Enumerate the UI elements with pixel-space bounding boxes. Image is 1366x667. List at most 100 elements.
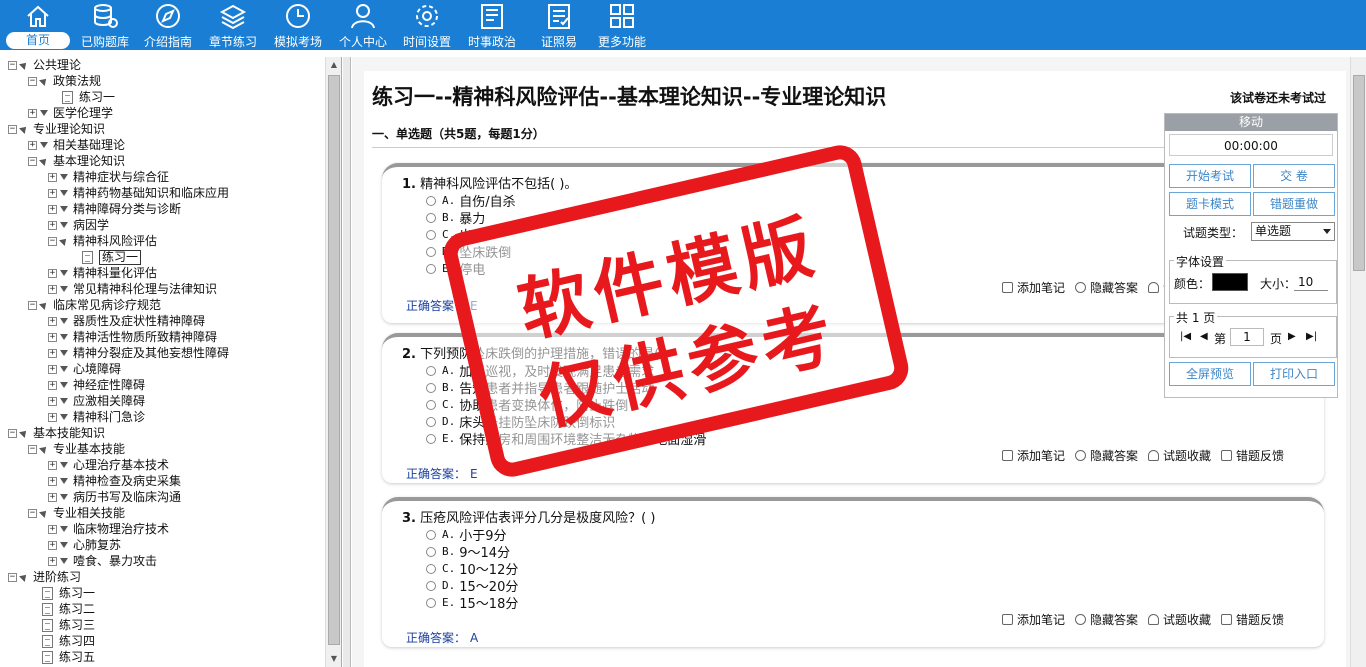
tree-item[interactable]: + 噎食、暴力攻击 <box>48 553 157 569</box>
radio-button[interactable] <box>426 416 436 427</box>
radio-button[interactable] <box>426 399 436 410</box>
expand-icon[interactable]: + <box>48 492 57 502</box>
nav-item-7[interactable]: 时事政治 <box>464 0 520 50</box>
scroll-down-icon[interactable]: ▼ <box>326 651 341 667</box>
collapse-icon[interactable]: − <box>28 444 37 454</box>
tree-item[interactable]: − 精神科风险评估 <box>48 233 157 249</box>
answer-option[interactable]: E. 保持病房和周围环境整洁无杂物，地面湿滑 <box>426 429 706 448</box>
tree-item[interactable]: + 应激相关障碍 <box>48 393 145 409</box>
tree-item[interactable]: + 精神科门急诊 <box>48 409 145 425</box>
tree-item[interactable]: + 精神科量化评估 <box>48 265 157 281</box>
expand-icon[interactable]: + <box>48 396 57 406</box>
nav-item-4[interactable]: 模拟考场 <box>270 0 326 50</box>
expand-icon[interactable]: + <box>28 108 37 118</box>
content-scroll-thumb[interactable] <box>1353 75 1365 271</box>
report-error-button[interactable]: 错题反馈 <box>1220 449 1284 463</box>
collapse-icon[interactable]: − <box>8 428 17 438</box>
tree-item[interactable]: 练习三 <box>28 617 95 633</box>
tree-scroll-thumb[interactable] <box>328 75 340 645</box>
fullscreen-preview-button[interactable]: 全屏预览 <box>1169 362 1251 386</box>
font-color-swatch[interactable] <box>1212 273 1248 291</box>
expand-icon[interactable]: + <box>48 364 57 374</box>
tree-item[interactable]: − 进阶练习 <box>8 569 81 585</box>
radio-button[interactable] <box>426 263 436 274</box>
nav-item-0[interactable]: 首页 <box>6 0 70 50</box>
collapse-icon[interactable]: − <box>8 572 17 582</box>
radio-button[interactable] <box>426 433 436 444</box>
nav-item-1[interactable]: 已购题库 <box>75 0 135 50</box>
tree-scrollbar[interactable]: ▲ ▼ <box>325 57 341 667</box>
page-number-input[interactable]: 1 <box>1230 328 1264 346</box>
tree-item[interactable]: 练习一 <box>28 585 95 601</box>
expand-icon[interactable]: + <box>48 204 57 214</box>
card-mode-button[interactable]: 题卡模式 <box>1169 192 1251 216</box>
tree-item[interactable]: 练习一 <box>48 89 115 105</box>
next-page-icon[interactable]: ▶ <box>1288 331 1296 342</box>
expand-icon[interactable]: + <box>48 268 57 278</box>
favorite-button[interactable]: 试题收藏 <box>1147 449 1211 463</box>
expand-icon[interactable]: + <box>48 476 57 486</box>
redo-wrong-button[interactable]: 错题重做 <box>1253 192 1335 216</box>
scroll-up-icon[interactable]: ▲ <box>326 57 341 73</box>
add-note-button[interactable]: 添加笔记 <box>1001 613 1065 627</box>
question-type-select[interactable]: 单选题 <box>1251 222 1335 241</box>
radio-button[interactable] <box>426 195 436 206</box>
pane-splitter[interactable] <box>343 57 351 667</box>
expand-icon[interactable]: + <box>48 332 57 342</box>
panel-move-handle[interactable]: 移动 <box>1165 114 1337 131</box>
collapse-icon[interactable]: − <box>28 156 37 166</box>
expand-icon[interactable]: + <box>48 524 57 534</box>
tree-item[interactable]: + 相关基础理论 <box>28 137 125 153</box>
tree-item[interactable]: + 心肺复苏 <box>48 537 121 553</box>
radio-button[interactable] <box>426 365 436 376</box>
radio-button[interactable] <box>426 382 436 393</box>
tree-item[interactable]: + 精神活性物质所致精神障碍 <box>48 329 217 345</box>
radio-button[interactable] <box>426 212 436 223</box>
expand-icon[interactable]: + <box>48 556 57 566</box>
report-error-button[interactable]: 错题反馈 <box>1220 613 1284 627</box>
tree-item[interactable]: 练习一 <box>68 249 142 265</box>
tree-item[interactable]: 练习五 <box>28 649 95 665</box>
tree-item[interactable]: + 心境障碍 <box>48 361 121 377</box>
hide-answer-button[interactable]: 隐藏答案 <box>1074 281 1138 295</box>
tree-item[interactable]: − 公共理论 <box>8 57 81 73</box>
tree-item[interactable]: + 精神症状与综合征 <box>48 169 169 185</box>
radio-button[interactable] <box>426 246 436 257</box>
collapse-icon[interactable]: − <box>28 508 37 518</box>
nav-item-3[interactable]: 章节练习 <box>205 0 261 50</box>
last-page-icon[interactable]: ▶| <box>1306 331 1317 342</box>
expand-icon[interactable]: + <box>48 284 57 294</box>
tree-item[interactable]: + 精神检查及病史采集 <box>48 473 181 489</box>
tree-item[interactable]: + 常见精神科伦理与法律知识 <box>48 281 217 297</box>
tree-item[interactable]: + 病因学 <box>48 217 109 233</box>
collapse-icon[interactable]: − <box>48 236 57 246</box>
tree-item[interactable]: − 专业基本技能 <box>28 441 125 457</box>
radio-button[interactable] <box>426 597 436 608</box>
tree-item[interactable]: + 心理治疗基本技术 <box>48 457 169 473</box>
nav-item-5[interactable]: 个人中心 <box>335 0 391 50</box>
nav-item-6[interactable]: 时间设置 <box>399 0 455 50</box>
expand-icon[interactable]: + <box>48 172 57 182</box>
radio-button[interactable] <box>426 546 436 557</box>
add-note-button[interactable]: 添加笔记 <box>1001 449 1065 463</box>
expand-icon[interactable]: + <box>28 140 37 150</box>
collapse-icon[interactable]: − <box>28 300 37 310</box>
tree-item[interactable]: + 病历书写及临床沟通 <box>48 489 181 505</box>
tree-item[interactable]: + 精神障碍分类与诊断 <box>48 201 181 217</box>
tree-item[interactable]: − 专业相关技能 <box>28 505 125 521</box>
print-entry-button[interactable]: 打印入口 <box>1253 362 1335 386</box>
tree-item[interactable]: + 精神药物基础知识和临床应用 <box>48 185 229 201</box>
tree-item[interactable]: + 器质性及症状性精神障碍 <box>48 313 205 329</box>
collapse-icon[interactable]: − <box>8 124 17 134</box>
tree-item[interactable]: + 临床物理治疗技术 <box>48 521 169 537</box>
answer-option[interactable]: E. 停电 <box>426 259 485 278</box>
expand-icon[interactable]: + <box>48 412 57 422</box>
expand-icon[interactable]: + <box>48 220 57 230</box>
favorite-button[interactable]: 试题收藏 <box>1147 613 1211 627</box>
start-exam-button[interactable]: 开始考试 <box>1169 164 1251 188</box>
expand-icon[interactable]: + <box>48 460 57 470</box>
submit-exam-button[interactable]: 交 卷 <box>1253 164 1335 188</box>
nav-item-9[interactable]: 更多功能 <box>594 0 650 50</box>
tree-item[interactable]: − 基本理论知识 <box>28 153 125 169</box>
hide-answer-button[interactable]: 隐藏答案 <box>1074 613 1138 627</box>
